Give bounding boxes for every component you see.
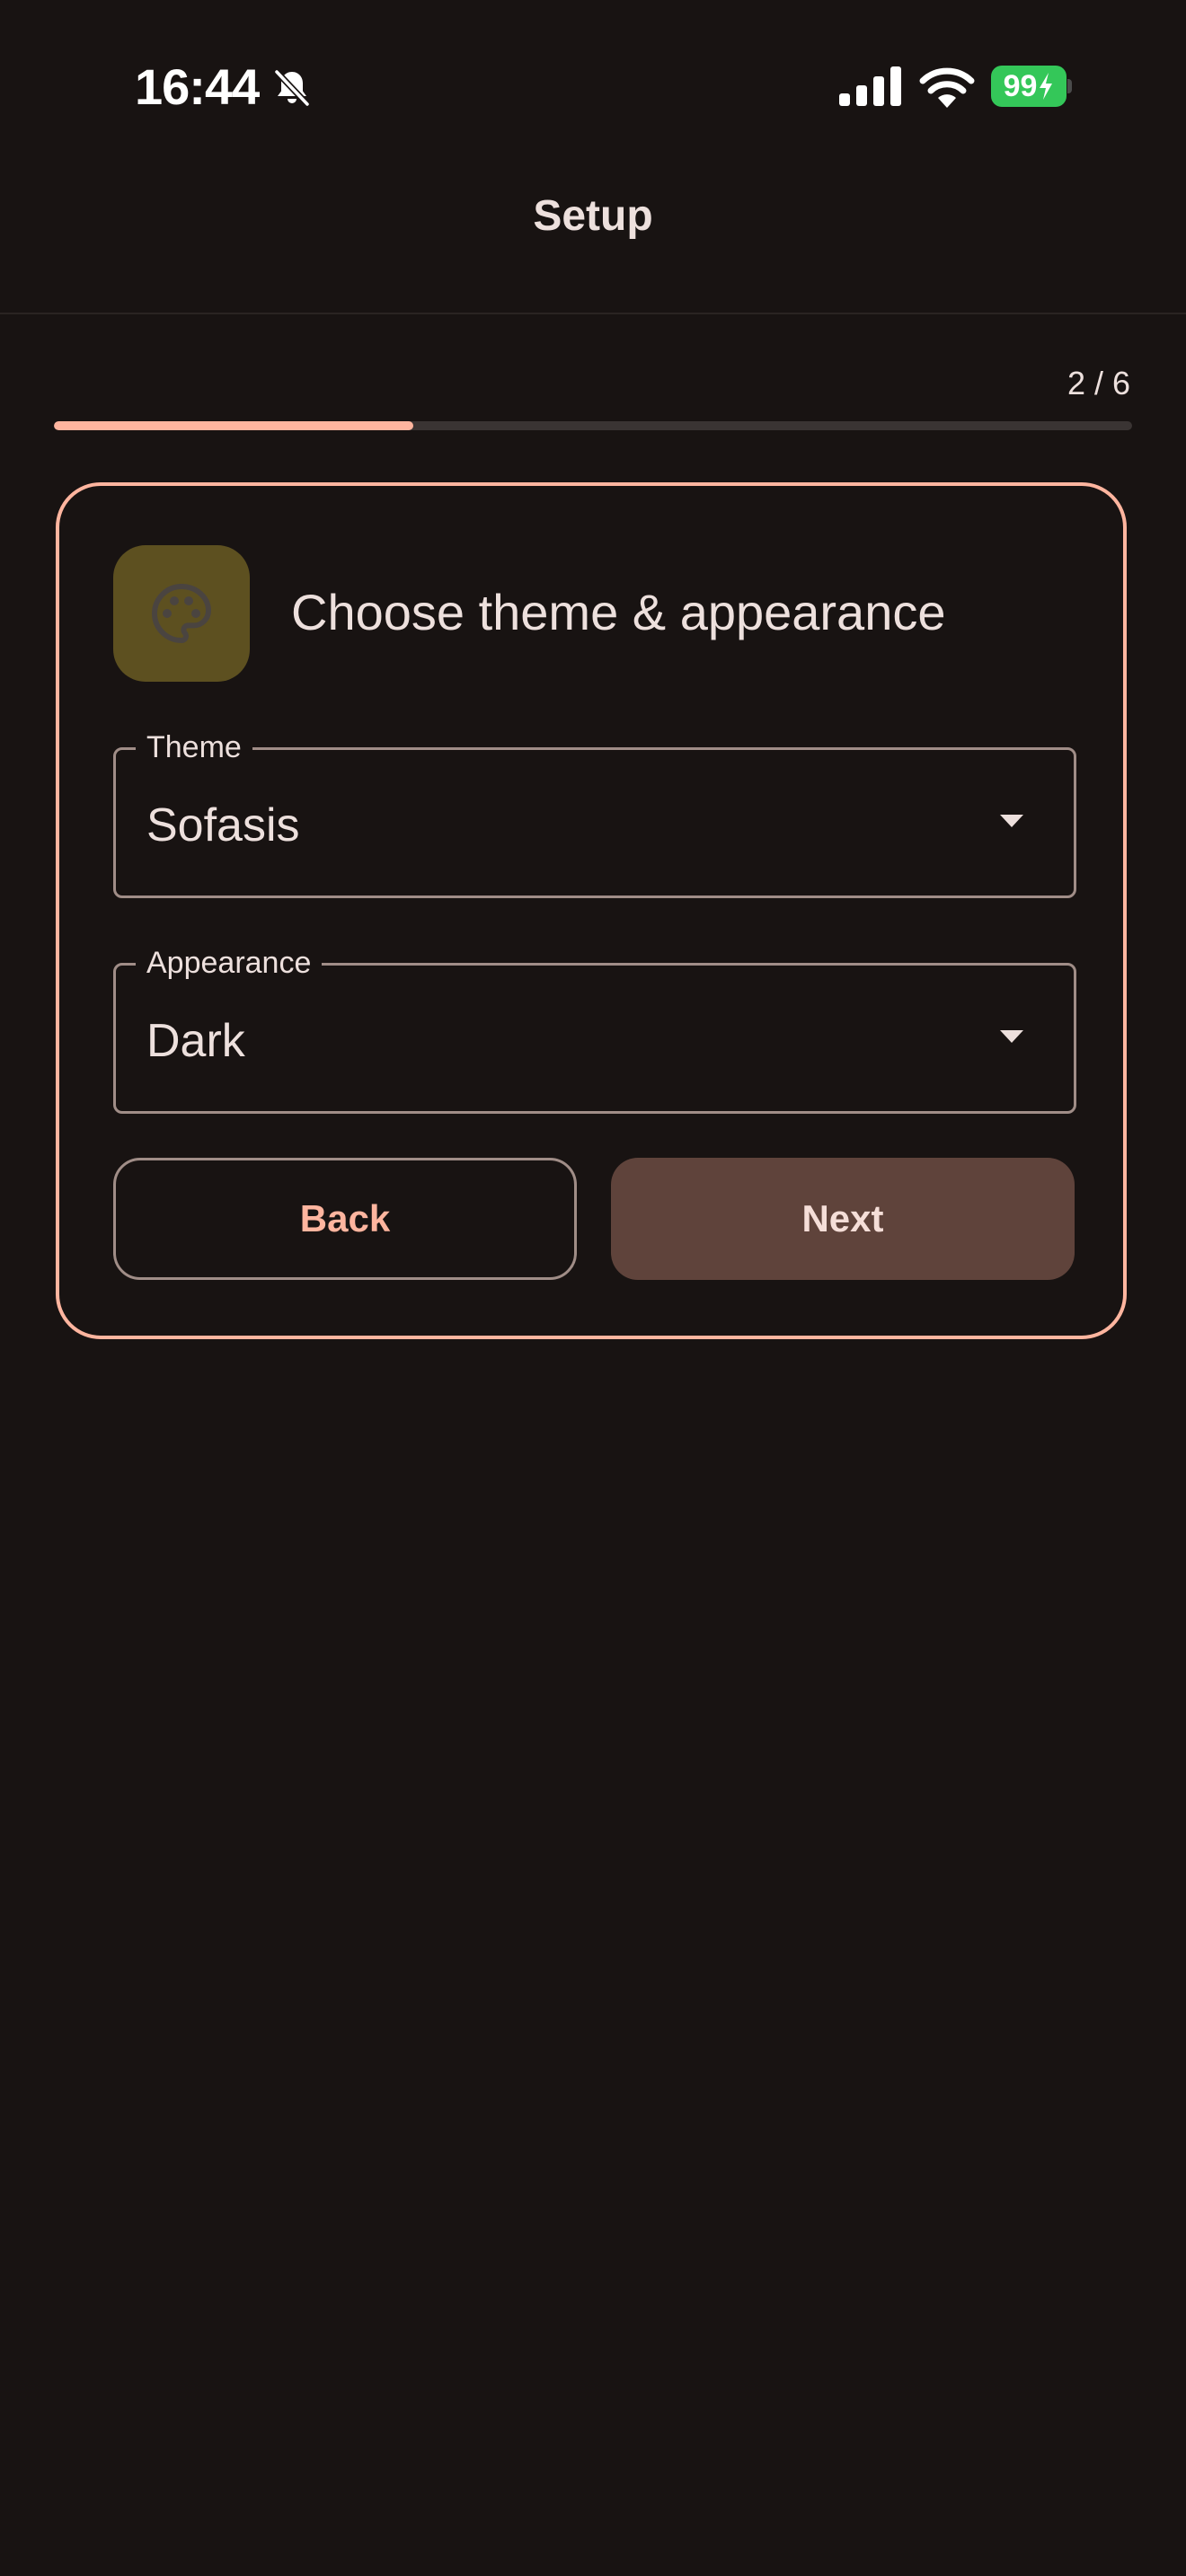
app-bar: Setup bbox=[0, 171, 1186, 314]
status-bar: 16:44 99 bbox=[0, 0, 1186, 171]
status-time: 16:44 bbox=[135, 58, 260, 115]
appearance-select-value: Dark bbox=[146, 1015, 245, 1067]
appearance-select-label: Appearance bbox=[136, 946, 323, 981]
page-title: Setup bbox=[533, 191, 653, 240]
theme-select[interactable]: Theme Sofasis bbox=[113, 730, 1076, 898]
dropdown-arrow-icon bbox=[1000, 1030, 1023, 1043]
theme-select-label: Theme bbox=[136, 730, 252, 765]
cellular-signal-icon bbox=[839, 66, 901, 106]
progress-bar bbox=[54, 421, 1132, 430]
progress-bar-fill bbox=[54, 421, 413, 430]
bell-off-icon bbox=[274, 69, 310, 107]
next-button[interactable]: Next bbox=[611, 1158, 1075, 1280]
dropdown-arrow-icon bbox=[1000, 815, 1023, 827]
appearance-select[interactable]: Appearance Dark bbox=[113, 946, 1076, 1114]
wifi-icon bbox=[919, 67, 975, 108]
battery-indicator: 99 bbox=[991, 66, 1072, 107]
charging-bolt-icon bbox=[1040, 73, 1053, 100]
back-button[interactable]: Back bbox=[113, 1158, 577, 1280]
palette-icon bbox=[151, 583, 212, 644]
battery-level: 99 bbox=[991, 66, 1067, 107]
step-icon-tile bbox=[113, 545, 250, 682]
step-counter: 2 / 6 bbox=[1067, 365, 1130, 401]
theme-select-value: Sofasis bbox=[146, 799, 300, 851]
battery-percent: 99 bbox=[1003, 68, 1038, 103]
setup-step-card: Choose theme & appearance Theme Sofasis … bbox=[56, 482, 1127, 1339]
battery-cap bbox=[1067, 79, 1072, 93]
step-title: Choose theme & appearance bbox=[291, 584, 946, 640]
setup-screen: 16:44 99 Setup 2 / 6 Choose theme & appe… bbox=[0, 0, 1186, 2576]
